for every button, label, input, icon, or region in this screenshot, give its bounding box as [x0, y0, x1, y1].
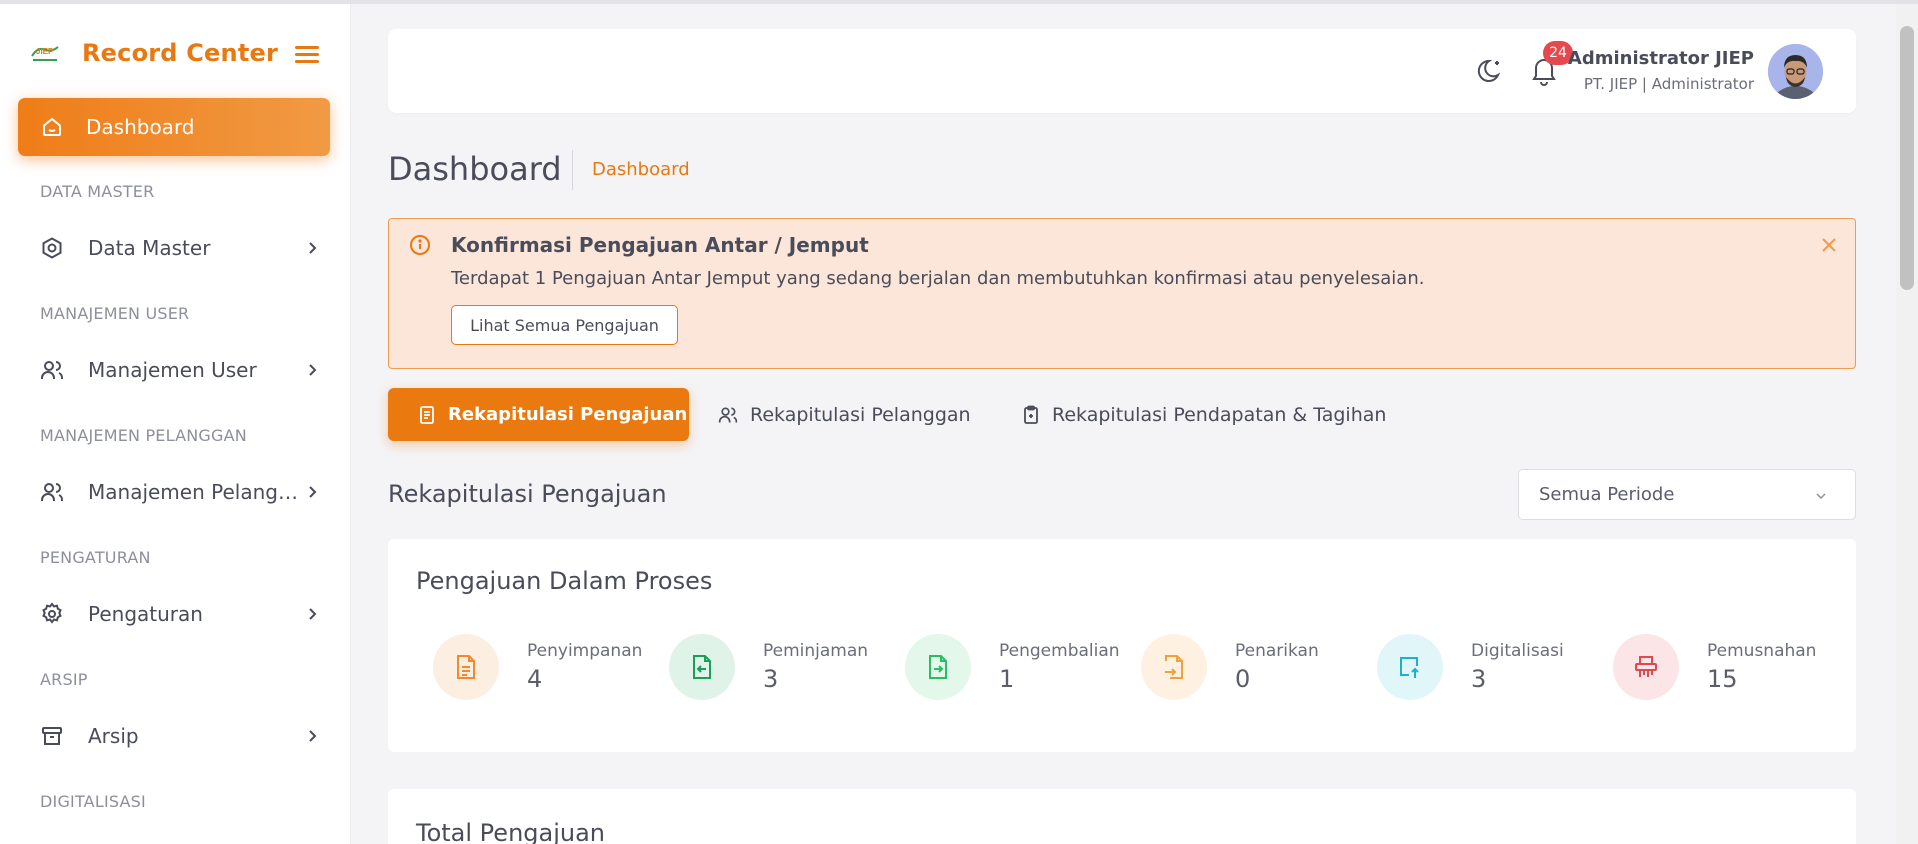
section-label-manajemen-user: MANAJEMEN USER: [40, 304, 190, 323]
tab-rekapitulasi-pengajuan[interactable]: Rekapitulasi Pengajuan: [388, 388, 689, 441]
stat-value: 15: [1707, 665, 1738, 693]
avatar[interactable]: [1768, 44, 1823, 99]
sidebar-item-label: Arsip: [88, 724, 139, 748]
tab-label: Rekapitulasi Pendapatan & Tagihan: [1052, 403, 1387, 426]
stat-label: Penarikan: [1235, 641, 1319, 661]
card-title: Pengajuan Dalam Proses: [416, 567, 713, 595]
alert-title: Konfirmasi Pengajuan Antar / Jemput: [451, 233, 869, 257]
sidebar-item-arsip[interactable]: Arsip: [40, 716, 320, 756]
svg-text:JIEP: JIEP: [36, 47, 54, 56]
breadcrumb[interactable]: Dashboard: [592, 159, 690, 180]
sidebar-item-data-master[interactable]: Data Master: [40, 228, 320, 268]
upload-screen-icon: [1377, 634, 1443, 700]
users-icon: [41, 483, 63, 501]
total-card: Total Pengajuan: [388, 789, 1856, 844]
stat-penyimpanan: Penyimpanan 4: [433, 634, 663, 700]
stat-label: Peminjaman: [763, 641, 869, 661]
stat-value: 3: [763, 665, 779, 693]
jiep-logo: JIEP: [30, 42, 60, 64]
user-role: PT. JIEP | Administrator: [1583, 75, 1754, 93]
chevron-down-icon: [1816, 493, 1826, 500]
stat-value: 0: [1235, 665, 1251, 693]
stat-pemusnahan: Pemusnahan 15: [1613, 634, 1843, 700]
home-icon: [43, 118, 61, 136]
chevron-right-icon: [309, 364, 317, 376]
shredder-icon: [1613, 634, 1679, 700]
sidebar-item-manajemen-user[interactable]: Manajemen User: [40, 350, 320, 390]
scrollbar-thumb[interactable]: [1900, 26, 1914, 290]
stat-label: Digitalisasi: [1471, 641, 1564, 661]
title-divider: [572, 150, 573, 190]
stat-penarikan: Penarikan 0: [1141, 634, 1371, 700]
stat-pengembalian: Pengembalian 1: [905, 634, 1135, 700]
tab-rekapitulasi-pelanggan[interactable]: Rekapitulasi Pelanggan: [718, 388, 971, 441]
period-select-value: Semua Periode: [1539, 484, 1675, 505]
tab-label: Rekapitulasi Pelanggan: [750, 403, 971, 426]
sidebar-item-label: Pengaturan: [88, 602, 203, 626]
stat-label: Pengembalian: [999, 641, 1120, 661]
chevron-right-icon: [309, 608, 317, 620]
section-title: Rekapitulasi Pengajuan: [388, 480, 667, 508]
file-withdraw-icon: [1141, 634, 1207, 700]
section-label-pengaturan: PENGATURAN: [40, 548, 151, 567]
section-label-data-master: DATA MASTER: [40, 182, 155, 201]
page-title: Dashboard: [388, 150, 562, 188]
document-icon: [420, 405, 434, 424]
stat-label: Pemusnahan: [1707, 641, 1817, 661]
archive-icon: [42, 727, 62, 745]
menu-toggle-icon[interactable]: [295, 44, 319, 64]
user-name: Administrator JIEP: [1567, 48, 1754, 69]
sidebar-item-label: Manajemen Pelanggan: [88, 480, 298, 504]
tab-rekapitulasi-pendapatan-tagihan[interactable]: Rekapitulasi Pendapatan & Tagihan: [1022, 388, 1386, 441]
sidebar: JIEP Record Center Dashboard DATA MASTER…: [0, 4, 351, 844]
sidebar-item-pengaturan[interactable]: Pengaturan: [40, 594, 320, 634]
chevron-right-icon: [309, 730, 317, 742]
alert-text: Terdapat 1 Pengajuan Antar Jemput yang s…: [451, 268, 1425, 289]
chevron-right-icon: [309, 486, 317, 498]
view-all-requests-button[interactable]: Lihat Semua Pengajuan: [451, 305, 678, 345]
users-icon: [718, 407, 738, 422]
card-title: Total Pengajuan: [416, 819, 606, 844]
dark-mode-toggle-icon[interactable]: [1476, 56, 1506, 86]
period-select[interactable]: Semua Periode: [1518, 469, 1856, 520]
sidebar-item-label: Manajemen User: [88, 358, 257, 382]
stat-peminjaman: Peminjaman 3: [669, 634, 899, 700]
stat-digitalisasi: Digitalisasi 3: [1377, 634, 1607, 700]
hexagon-icon: [42, 237, 62, 259]
users-icon: [41, 361, 63, 379]
scrollbar[interactable]: [1896, 4, 1918, 844]
section-label-manajemen-pelanggan: MANAJEMEN PELANGGAN: [40, 426, 247, 445]
stat-value: 1: [999, 665, 1015, 693]
info-icon: [410, 235, 430, 255]
sidebar-item-label: Dashboard: [86, 115, 195, 139]
stat-label: Penyimpanan: [527, 641, 643, 661]
alert-banner: Konfirmasi Pengajuan Antar / Jemput Terd…: [388, 218, 1856, 369]
section-label-digitalisasi: DIGITALISASI: [40, 792, 146, 811]
clipboard-icon: [1024, 405, 1038, 424]
close-icon[interactable]: [1819, 235, 1839, 255]
file-import-icon: [669, 634, 735, 700]
in-process-card: Pengajuan Dalam Proses Penyimpanan 4 Pem…: [388, 539, 1856, 752]
gear-icon: [42, 602, 62, 624]
chevron-right-icon: [309, 242, 317, 254]
file-export-icon: [905, 634, 971, 700]
tab-label: Rekapitulasi Pengajuan: [448, 404, 688, 425]
section-label-arsip: ARSIP: [40, 670, 88, 689]
stat-value: 4: [527, 665, 543, 693]
top-header: [388, 29, 1856, 113]
brand[interactable]: JIEP Record Center: [30, 38, 278, 68]
sidebar-item-dashboard[interactable]: Dashboard: [18, 98, 330, 156]
document-icon: [433, 634, 499, 700]
sidebar-item-label: Data Master: [88, 236, 211, 260]
app-title: Record Center: [82, 39, 279, 67]
stat-value: 3: [1471, 665, 1487, 693]
sidebar-item-manajemen-pelanggan[interactable]: Manajemen Pelanggan: [40, 472, 320, 512]
